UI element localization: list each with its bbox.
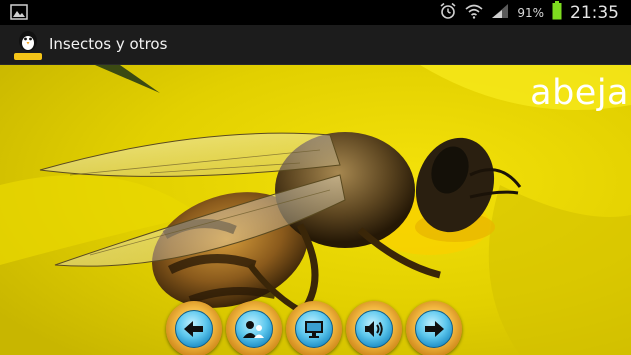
battery-icon xyxy=(552,1,562,24)
parent-child-button[interactable] xyxy=(226,301,282,355)
arrow-right-icon xyxy=(415,310,453,348)
animal-card: abeja xyxy=(0,65,631,355)
previous-button[interactable] xyxy=(166,301,222,355)
monitor-icon xyxy=(295,310,333,348)
arrow-left-icon xyxy=(175,310,213,348)
zoo-baby-logo-icon[interactable] xyxy=(12,28,44,62)
battery-percent: 91% xyxy=(517,5,544,20)
gallery-icon xyxy=(10,4,28,24)
status-time: 21:35 xyxy=(570,2,619,23)
status-bar: 91% 21:35 xyxy=(0,0,631,25)
nav-button-bar xyxy=(166,301,466,355)
action-bar: Insectos y otros xyxy=(0,25,631,65)
speaker-icon xyxy=(355,310,393,348)
screen-button[interactable] xyxy=(286,301,342,355)
page-title: Insectos y otros xyxy=(49,35,168,53)
signal-icon xyxy=(491,3,509,23)
wifi-icon xyxy=(465,3,483,23)
animal-name-label: abeja xyxy=(530,73,629,113)
parent-child-icon xyxy=(235,310,273,348)
next-button[interactable] xyxy=(406,301,462,355)
sound-button[interactable] xyxy=(346,301,402,355)
alarm-icon xyxy=(439,2,457,24)
